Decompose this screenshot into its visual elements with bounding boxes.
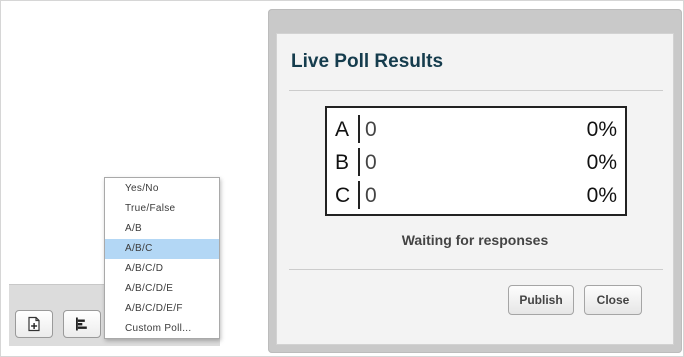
- poll-button[interactable]: [63, 310, 101, 338]
- poll-results-table: A 0 0% B 0 0% C 0 0%: [325, 106, 627, 216]
- publish-button[interactable]: Publish: [508, 285, 574, 315]
- result-row: B 0 0%: [327, 146, 625, 179]
- status-text: Waiting for responses: [401, 232, 549, 248]
- poll-menu-item[interactable]: A/B/C: [105, 239, 219, 259]
- poll-menu-item[interactable]: A/B/C/D/E/F: [105, 299, 219, 319]
- result-option-label: C: [335, 184, 351, 207]
- result-count: 0: [365, 184, 377, 207]
- result-percent: 0%: [586, 184, 617, 207]
- poll-menu-item[interactable]: A/B/C/D: [105, 259, 219, 279]
- result-percent: 0%: [586, 151, 617, 174]
- new-slide-icon: [28, 316, 40, 332]
- result-separator: [358, 181, 360, 209]
- result-separator: [358, 148, 360, 176]
- poll-menu-item[interactable]: Custom Poll...: [105, 319, 219, 339]
- result-separator: [358, 115, 360, 143]
- poll-menu-item[interactable]: A/B: [105, 219, 219, 239]
- poll-menu-item[interactable]: A/B/C/D/E: [105, 279, 219, 299]
- result-row: C 0 0%: [327, 179, 625, 212]
- live-poll-results-dialog: Live Poll Results A 0 0% B 0 0% C 0 0% Waiting f…: [276, 33, 674, 345]
- modal-overlay: Live Poll Results A 0 0% B 0 0% C 0 0% Waiting f…: [268, 9, 682, 353]
- dialog-title: Live Poll Results: [291, 51, 444, 72]
- poll-menu-item[interactable]: Yes/No: [105, 179, 219, 199]
- result-row: A 0 0%: [327, 113, 625, 146]
- result-option-label: B: [335, 151, 350, 174]
- result-count: 0: [365, 151, 377, 174]
- result-percent: 0%: [586, 118, 617, 141]
- divider: [289, 90, 663, 91]
- new-slide-button[interactable]: [15, 310, 53, 338]
- close-button[interactable]: Close: [584, 285, 642, 315]
- result-count: 0: [365, 118, 377, 141]
- divider: [289, 269, 663, 270]
- poll-icon: [76, 317, 87, 331]
- poll-menu-item[interactable]: True/False: [105, 199, 219, 219]
- result-option-label: A: [335, 118, 350, 141]
- poll-type-menu: Yes/No True/False A/B A/B/C A/B/C/D A/B/C/D/E…: [104, 177, 220, 339]
